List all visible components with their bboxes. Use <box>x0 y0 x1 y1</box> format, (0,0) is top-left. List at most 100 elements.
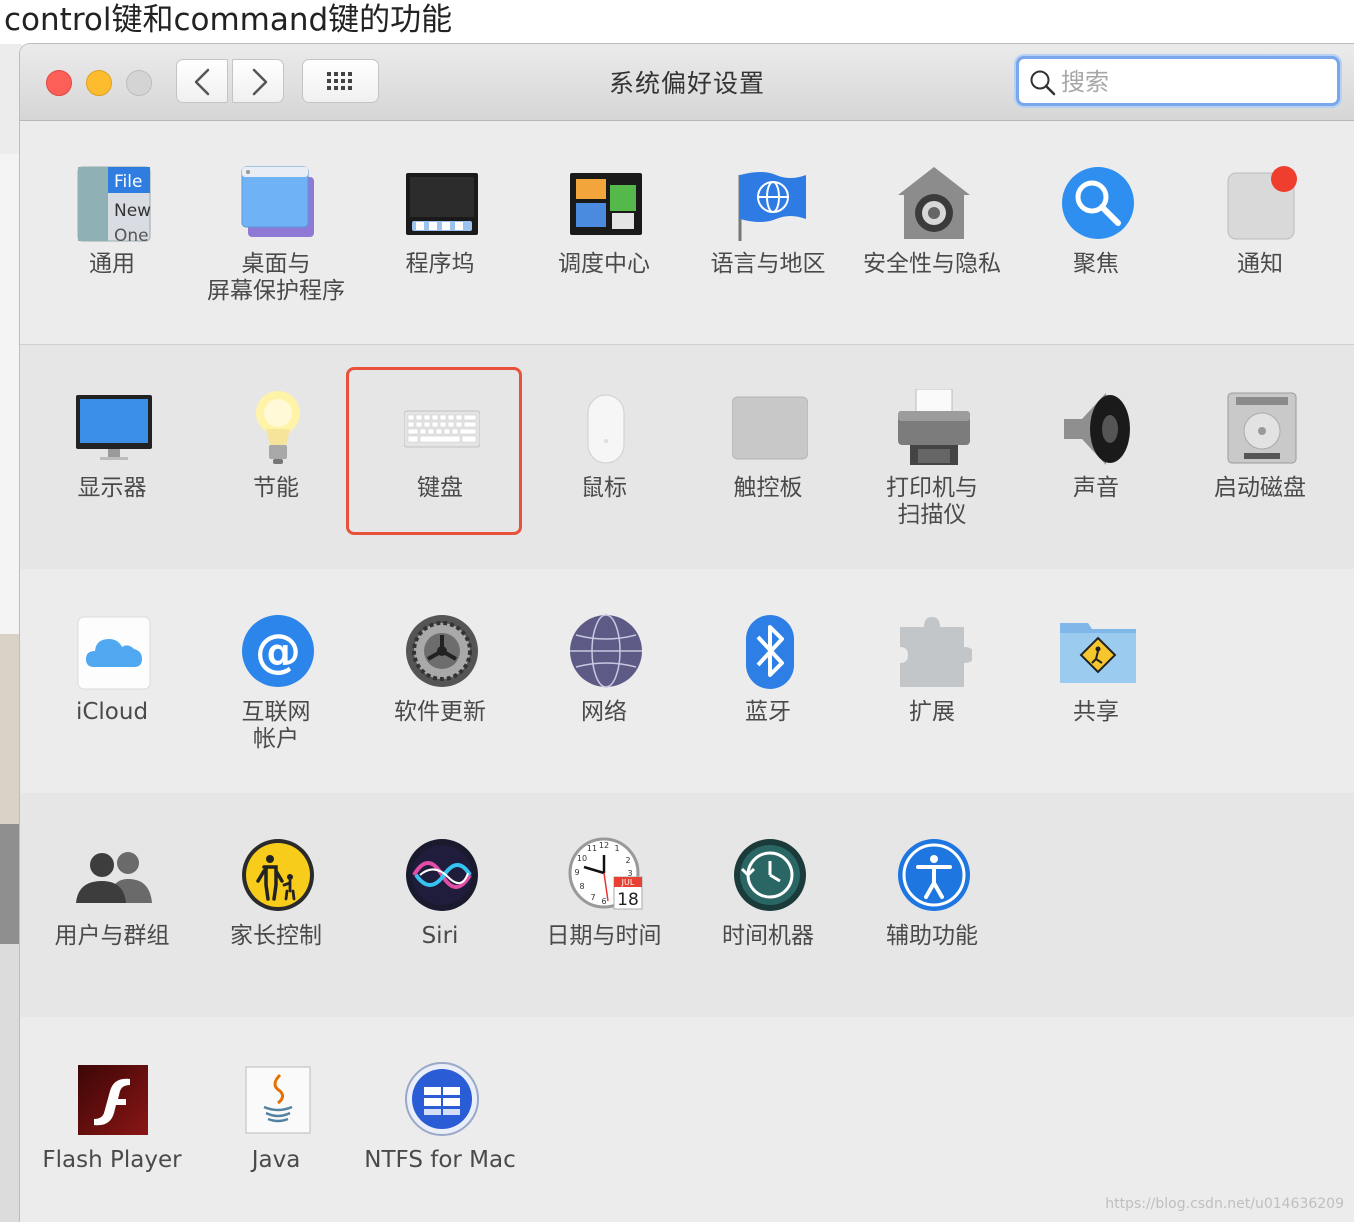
parental-controls-icon <box>242 839 314 911</box>
pref-accessibility[interactable]: 辅助功能 <box>850 793 1014 993</box>
pref-parental-controls[interactable]: 家长控制 <box>194 793 358 993</box>
svg-text:18: 18 <box>617 890 639 910</box>
svg-text:8: 8 <box>579 882 584 891</box>
desktop-icon <box>241 166 314 237</box>
pref-energy-saver[interactable]: 节能 <box>194 345 358 545</box>
pref-label: 软件更新 <box>394 699 486 725</box>
pref-label: iCloud <box>75 699 149 725</box>
keyboard-icon <box>404 410 480 448</box>
pref-label: 键盘 <box>417 475 463 501</box>
prefs-section-hardware: 显示器 节能 键盘 鼠标 触控板 打印机与 扫描仪 声音 启动磁盘 <box>20 345 1354 570</box>
pref-security-privacy[interactable]: 安全性与隐私 <box>850 121 1014 321</box>
siri-icon <box>406 839 478 911</box>
pref-extensions[interactable]: 扩展 <box>850 569 1014 769</box>
language-region-icon <box>738 172 806 241</box>
internet-accounts-icon: @ <box>242 615 314 687</box>
pref-displays[interactable]: 显示器 <box>30 345 194 545</box>
search-field[interactable] <box>1016 56 1340 106</box>
search-input[interactable] <box>1059 65 1323 99</box>
pref-label: 显示器 <box>77 475 147 501</box>
pref-date-time[interactable]: 12 11 1 10 2 9 3876 JUL 18 日期与时间 <box>522 793 686 993</box>
sound-icon <box>1064 393 1130 465</box>
pref-label: NTFS for Mac <box>364 1147 516 1173</box>
pref-time-machine[interactable]: 时间机器 <box>686 793 850 993</box>
system-preferences-window: 系统偏好设置 File New One 通用 <box>20 44 1354 1222</box>
svg-text:6: 6 <box>601 897 606 906</box>
pref-label: 日期与时间 <box>546 923 662 949</box>
prefs-section-system: 用户与群组 家长控制 Siri 12 11 1 10 2 9 3 8 7 6 J… <box>20 793 1354 1018</box>
pref-label: Flash Player <box>42 1147 182 1173</box>
date-time-icon: 1211 1 10 29 387 6 JUL 18 <box>568 837 643 910</box>
pref-label: 扩展 <box>909 699 955 725</box>
pref-mouse[interactable]: 鼠标 <box>522 345 686 545</box>
network-icon <box>570 614 642 688</box>
time-machine-icon <box>734 839 806 911</box>
flash-player-icon <box>78 1065 148 1135</box>
mouse-icon <box>587 394 625 464</box>
general-icon: File New One <box>77 166 151 245</box>
pref-icloud[interactable]: iCloud <box>30 569 194 769</box>
pref-label: 聚焦 <box>1073 251 1119 277</box>
pref-startup-disk[interactable]: 启动磁盘 <box>1178 345 1342 545</box>
pref-printers-scanners[interactable]: 打印机与 扫描仪 <box>850 345 1014 545</box>
pref-label: 辅助功能 <box>886 923 978 949</box>
pref-keyboard[interactable]: 键盘 <box>358 345 522 545</box>
extensions-icon <box>900 617 972 687</box>
pref-label: 蓝牙 <box>745 699 791 725</box>
svg-text:7: 7 <box>590 893 595 902</box>
pref-users-groups[interactable]: 用户与群组 <box>30 793 194 993</box>
svg-text:9: 9 <box>574 868 579 877</box>
pref-network[interactable]: 网络 <box>522 569 686 769</box>
pref-flash-player[interactable]: Flash Player <box>30 1017 194 1217</box>
pref-spotlight[interactable]: 聚焦 <box>1014 121 1178 321</box>
pref-internet-accounts[interactable]: @ 互联网 帐户 <box>194 569 358 769</box>
software-update-icon <box>406 615 478 687</box>
svg-text:@: @ <box>255 624 301 678</box>
pref-dock[interactable]: 程序坞 <box>358 121 522 321</box>
pref-notifications[interactable]: 通知 <box>1178 121 1342 321</box>
pref-mission-control[interactable]: 调度中心 <box>522 121 686 321</box>
pref-ntfs-for-mac[interactable]: NTFS for Mac <box>358 1017 522 1217</box>
svg-text:JUL: JUL <box>621 878 635 887</box>
svg-text:File: File <box>114 172 142 192</box>
pref-siri[interactable]: Siri <box>358 793 522 993</box>
background-window <box>0 44 22 1222</box>
ntfs-icon <box>405 1062 479 1136</box>
pref-desktop-screensaver[interactable]: 桌面与 屏幕保护程序 <box>194 121 358 321</box>
notifications-icon <box>1227 166 1297 240</box>
pref-language-region[interactable]: 语言与地区 <box>686 121 850 321</box>
pref-software-update[interactable]: 软件更新 <box>358 569 522 769</box>
watermark-text: https://blog.csdn.net/u014636209 <box>1105 1196 1344 1212</box>
pref-bluetooth[interactable]: 蓝牙 <box>686 569 850 769</box>
pref-label: 网络 <box>581 699 627 725</box>
title-bar: 系统偏好设置 <box>20 44 1354 121</box>
energy-saver-icon <box>256 391 300 464</box>
pref-general[interactable]: File New One 通用 <box>30 121 194 321</box>
startup-disk-icon <box>1227 392 1297 464</box>
dock-icon <box>406 173 478 235</box>
pref-trackpad[interactable]: 触控板 <box>686 345 850 545</box>
pref-label: 桌面与 屏幕保护程序 <box>207 251 345 304</box>
sharing-icon <box>1060 623 1136 683</box>
bluetooth-icon <box>746 615 794 689</box>
search-icon <box>1030 70 1056 96</box>
pref-label: 通用 <box>89 251 135 277</box>
pref-label: 互联网 帐户 <box>241 699 311 752</box>
spotlight-icon <box>1062 167 1134 239</box>
pref-sharing[interactable]: 共享 <box>1014 569 1178 769</box>
mission-control-icon <box>570 173 642 235</box>
pref-label: 通知 <box>1237 251 1283 277</box>
prefs-section-personal: File New One 通用 桌面与 屏幕保护程序 程序坞 调度中心 语言与地… <box>20 121 1354 345</box>
prefs-section-internet: iCloud @ 互联网 帐户 软件更新 网络 蓝牙 扩展 共享 <box>20 569 1354 794</box>
icloud-icon <box>77 616 151 690</box>
java-icon <box>245 1066 311 1134</box>
pref-label: Java <box>251 1147 301 1173</box>
pref-label: 打印机与 扫描仪 <box>886 475 978 528</box>
pref-label: 共享 <box>1073 699 1119 725</box>
pref-java[interactable]: Java <box>194 1017 358 1217</box>
users-groups-icon <box>76 852 152 903</box>
pref-label: 鼠标 <box>581 475 627 501</box>
svg-text:One: One <box>114 226 149 245</box>
pref-sound[interactable]: 声音 <box>1014 345 1178 545</box>
pref-label: 时间机器 <box>722 923 814 949</box>
